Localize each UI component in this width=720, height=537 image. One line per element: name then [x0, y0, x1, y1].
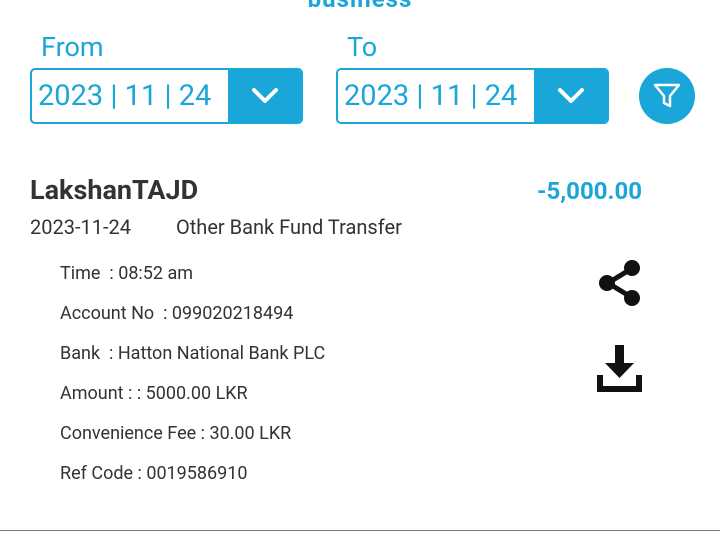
filter-button[interactable]	[639, 68, 695, 124]
detail-account-no: Account No : 099020218494	[60, 303, 294, 324]
detail-convenience-fee: Convenience Fee : 30.00 LKR	[60, 423, 292, 444]
detail-amount: Amount : : 5000.00 LKR	[60, 383, 248, 404]
detail-bank: Bank : Hatton National Bank PLC	[60, 343, 326, 364]
detail-ref-code: Ref Code : 0019586910	[60, 463, 248, 484]
transaction-history-screen: business From To 2023 | 11 | 24 2023 | 1…	[0, 0, 720, 537]
transaction-date: 2023-11-24	[30, 215, 131, 239]
to-date-picker[interactable]: 2023 | 11 | 24	[336, 68, 609, 124]
recipient-name: LakshanTAJD	[30, 174, 199, 206]
chevron-down-icon	[557, 88, 584, 103]
chevron-down-icon	[251, 88, 278, 103]
from-date-value: 2023 | 11 | 24	[38, 79, 212, 113]
from-date-dropdown-button[interactable]	[228, 70, 301, 122]
transaction-amount: -5,000.00	[537, 177, 642, 205]
to-label: To	[347, 31, 378, 63]
to-date-value: 2023 | 11 | 24	[344, 79, 518, 113]
detail-time: Time : 08:52 am	[60, 263, 194, 284]
from-date-picker[interactable]: 2023 | 11 | 24	[30, 68, 303, 124]
divider	[0, 530, 720, 531]
from-label: From	[41, 31, 104, 63]
share-button[interactable]	[595, 257, 645, 309]
to-date-dropdown-button[interactable]	[534, 70, 607, 122]
download-icon	[597, 345, 642, 392]
transaction-type: Other Bank Fund Transfer	[176, 215, 402, 239]
download-button[interactable]	[595, 343, 645, 395]
filter-icon	[653, 83, 681, 108]
page-title: business	[0, 0, 720, 13]
share-icon	[599, 260, 640, 306]
